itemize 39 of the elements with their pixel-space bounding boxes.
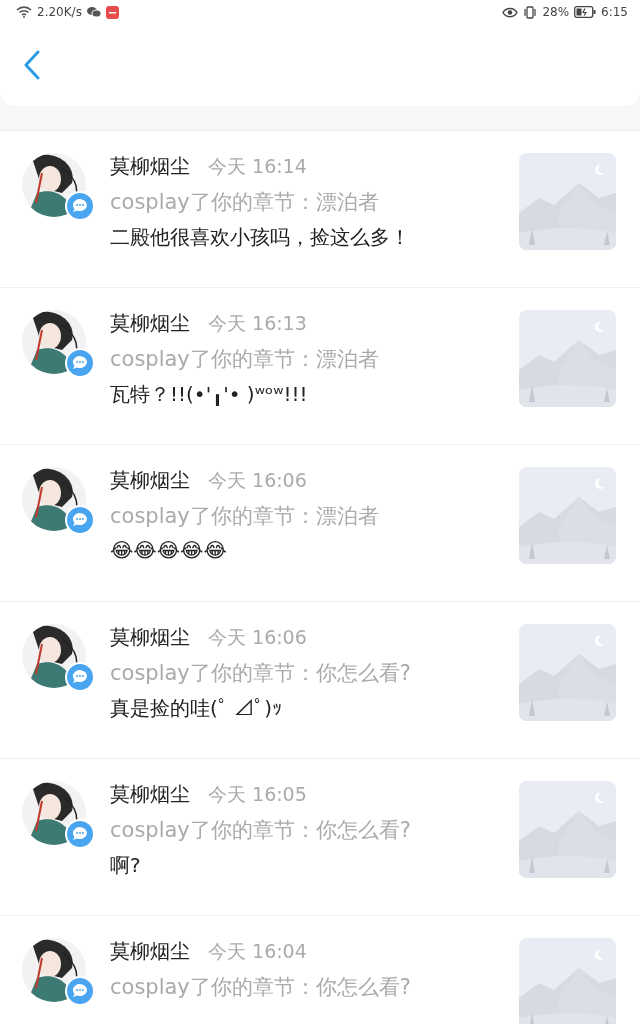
comment-text: 真是捡的哇(ﾟ ⊿ﾟ)ｯ: [110, 695, 283, 722]
timestamp: 今天 16:13: [208, 311, 307, 336]
user-name[interactable]: 莫柳烟尘: [110, 781, 190, 808]
clock: 6:15: [601, 5, 628, 19]
vibrate-icon: [523, 5, 538, 19]
chat-badge-icon: [65, 819, 95, 849]
network-speed: 2.20K/s: [37, 5, 82, 19]
chat-badge-icon: [65, 505, 95, 535]
user-name[interactable]: 莫柳烟尘: [110, 624, 190, 651]
activity-text: cosplay了你的章节：漂泊者: [110, 346, 380, 373]
timestamp: 今天 16:06: [208, 625, 307, 650]
chat-badge-icon: [65, 348, 95, 378]
comment-text: 😂😂😂😂😂: [110, 538, 228, 562]
timestamp: 今天 16:04: [208, 939, 307, 964]
back-icon: [24, 50, 40, 80]
user-name[interactable]: 莫柳烟尘: [110, 467, 190, 494]
battery-percent: 28%: [542, 5, 570, 19]
battery-icon: [574, 6, 597, 18]
eye-icon: [502, 6, 519, 18]
comment-text: 二殿他很喜欢小孩吗，捡这么多！: [110, 224, 411, 251]
activity-text: cosplay了你的章节：你怎么看?: [110, 660, 412, 687]
timestamp: 今天 16:14: [208, 154, 307, 179]
wifi-icon: [16, 6, 32, 18]
chat-bubbles-icon: [86, 6, 101, 18]
activity-text: cosplay了你的章节：漂泊者: [110, 503, 380, 530]
user-name[interactable]: 莫柳烟尘: [110, 938, 190, 965]
user-name[interactable]: 莫柳烟尘: [110, 310, 190, 337]
chat-badge-icon: [65, 191, 95, 221]
activity-text: cosplay了你的章节：漂泊者: [110, 189, 380, 216]
timestamp: 今天 16:05: [208, 782, 307, 807]
activity-text: cosplay了你的章节：你怎么看?: [110, 974, 412, 1001]
comment-text: 瓦特？!!(•'╻'• )ʷᵒʷ!!!: [110, 381, 309, 408]
app-icon: [105, 5, 119, 19]
chat-badge-icon: [65, 976, 95, 1006]
activity-text: cosplay了你的章节：你怎么看?: [110, 817, 412, 844]
comment-text: 啊?: [110, 852, 142, 879]
user-name[interactable]: 莫柳烟尘: [110, 153, 190, 180]
timestamp: 今天 16:06: [208, 468, 307, 493]
chat-badge-icon: [65, 662, 95, 692]
